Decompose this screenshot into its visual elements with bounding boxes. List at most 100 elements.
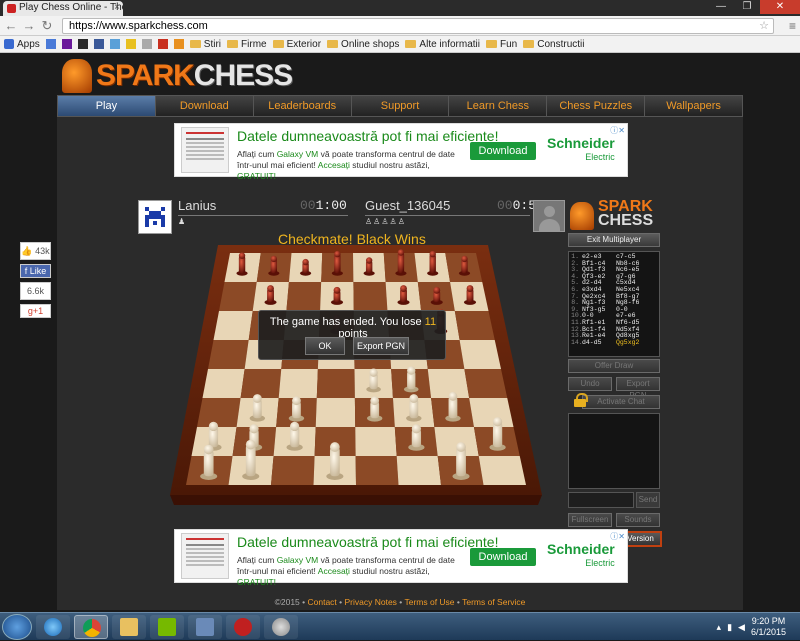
browser-tab[interactable]: Play Chess Online - The P × — [3, 1, 123, 16]
board-square[interactable] — [208, 340, 249, 369]
sounds-button[interactable]: Sounds — [616, 513, 660, 527]
activate-chat-button[interactable]: Activate Chat — [582, 395, 660, 409]
board-square[interactable] — [315, 398, 356, 427]
yahoo-icon[interactable] — [61, 39, 72, 49]
file-explorer-icon[interactable] — [112, 615, 146, 639]
address-bar[interactable]: 🔒https://www.sparkchess.com ☆ — [62, 18, 774, 241]
ad-download-button[interactable]: Download — [470, 142, 536, 160]
board-square[interactable] — [427, 369, 470, 398]
bookmark-favicon-icon[interactable] — [173, 39, 184, 49]
board-square[interactable] — [355, 456, 399, 485]
ad-info-icon[interactable]: ⓘ✕ — [610, 125, 625, 136]
bookmark-folder[interactable]: Exterior — [272, 39, 321, 50]
white-move: d4-d5 — [582, 338, 602, 346]
bookmark-folder[interactable]: Online shops — [327, 39, 399, 50]
folder-icon — [227, 40, 239, 48]
google-plus-button[interactable]: g+1 — [20, 304, 51, 318]
ad-download-button[interactable]: Download — [470, 548, 536, 566]
system-clock[interactable]: 9:20 PM 6/1/2015 — [751, 616, 786, 638]
board-square[interactable] — [278, 369, 318, 398]
bookmark-folder[interactable]: Constructii — [523, 39, 584, 50]
offer-draw-button[interactable]: Offer Draw — [568, 359, 660, 373]
fullscreen-button[interactable]: Fullscreen — [568, 513, 612, 527]
board-square[interactable] — [396, 456, 441, 485]
board-square[interactable] — [213, 311, 253, 340]
minimize-button[interactable]: — — [708, 0, 734, 14]
bookmark-star-icon[interactable]: ☆ — [759, 19, 769, 33]
board-square[interactable] — [219, 282, 257, 311]
network-icon[interactable]: ▮ — [727, 622, 732, 633]
google-icon[interactable] — [45, 39, 56, 49]
imdb-icon[interactable] — [125, 39, 136, 49]
bottom-advertisement[interactable]: Datele dumneavoastră pot fi mai eficient… — [174, 529, 628, 587]
board-square[interactable] — [197, 398, 241, 427]
start-button[interactable] — [2, 614, 32, 640]
back-arrow-icon[interactable]: ← — [4, 18, 18, 33]
nav-leaderboards[interactable]: Leaderboards — [254, 96, 352, 116]
close-tab-icon[interactable]: × — [114, 2, 120, 13]
bookmark-favicon-icon[interactable] — [157, 39, 168, 49]
exit-multiplayer-button[interactable]: Exit Multiplayer — [568, 233, 660, 247]
internet-explorer-icon[interactable] — [36, 615, 70, 639]
ok-button[interactable]: OK — [305, 337, 345, 355]
export-pgn-button[interactable]: Export PGN — [616, 377, 660, 400]
move-list[interactable]: 1. e2-e3 c7-c5 2. Bf1-c4 Nb8-c6 3. Qd1-f3 Nc6-e5… — [568, 251, 660, 357]
bookmark-folder[interactable]: Firme — [227, 39, 267, 50]
send-button[interactable]: Send — [636, 492, 660, 508]
ad-info-icon[interactable]: ⓘ✕ — [610, 531, 625, 542]
nav-download[interactable]: Download — [156, 96, 254, 116]
nav-wallpapers[interactable]: Wallpapers — [645, 96, 742, 116]
bookmark-favicon-icon[interactable] — [141, 39, 152, 49]
logo-text-chess: CHESS — [193, 59, 293, 92]
app-globe-icon[interactable] — [264, 615, 298, 639]
bookmark-folder[interactable]: Stiri — [189, 39, 221, 50]
nav-play[interactable]: Play — [58, 96, 156, 116]
privacy-link[interactable]: Privacy Notes — [344, 597, 396, 607]
nav-chess-puzzles[interactable]: Chess Puzzles — [547, 96, 646, 116]
volume-icon[interactable]: ◀ — [738, 622, 745, 633]
app-red-icon[interactable] — [226, 615, 260, 639]
nav-learn-chess[interactable]: Learn Chess — [449, 96, 548, 116]
top-advertisement[interactable]: Datele dumneavoastră pot fi mai eficient… — [174, 123, 628, 181]
app-m-icon[interactable] — [188, 615, 222, 639]
bookmark-favicon-icon[interactable] — [77, 39, 88, 49]
forward-arrow-icon[interactable]: → — [22, 18, 36, 33]
board-square[interactable] — [240, 369, 282, 398]
export-pgn-dialog-button[interactable]: Export PGN — [353, 337, 409, 355]
board-square[interactable] — [286, 282, 322, 311]
close-window-button[interactable]: ✕ — [760, 0, 800, 14]
bookmark-folder[interactable]: Alte informatii — [405, 39, 480, 50]
board-square[interactable] — [355, 427, 397, 456]
board-square[interactable] — [454, 311, 495, 340]
board-square[interactable] — [464, 369, 508, 398]
terms-of-service-link[interactable]: Terms of Service — [462, 597, 525, 607]
ad-thumbnail — [181, 127, 229, 173]
sparkchess-logo[interactable]: SPARK CHESS — [62, 57, 293, 95]
player1-avatar — [138, 200, 172, 234]
maximize-button[interactable]: ❐ — [734, 0, 760, 14]
bookmark-apps[interactable]: Apps — [4, 39, 40, 50]
tray-expand-icon[interactable]: ▴ — [717, 622, 722, 633]
nvidia-icon[interactable] — [150, 615, 184, 639]
board-square[interactable] — [353, 282, 388, 311]
facebook-icon[interactable] — [93, 39, 104, 49]
terms-of-use-link[interactable]: Terms of Use — [404, 597, 454, 607]
board-square[interactable] — [316, 369, 355, 398]
reload-icon[interactable]: ↻ — [40, 18, 54, 33]
board-square[interactable] — [202, 369, 245, 398]
browser-toolbar: ← → ↻ 🔒https://www.sparkchess.com ☆ ≡ — [0, 16, 800, 241]
board-square[interactable] — [271, 456, 315, 485]
facebook-like-button[interactable]: f Like — [20, 264, 51, 278]
board-square[interactable] — [469, 398, 514, 427]
chess-board[interactable] — [170, 245, 542, 505]
chrome-menu-icon[interactable]: ≡ — [789, 19, 796, 33]
bookmark-folder[interactable]: Fun — [486, 39, 517, 50]
nav-support[interactable]: Support — [352, 96, 450, 116]
board-square[interactable] — [478, 456, 526, 485]
chat-input[interactable] — [568, 492, 634, 508]
board-square[interactable] — [459, 340, 501, 369]
undo-button[interactable]: Undo — [568, 377, 612, 391]
contact-link[interactable]: Contact — [307, 597, 336, 607]
chrome-taskbar-icon[interactable] — [74, 615, 108, 639]
bookmark-favicon-icon[interactable] — [109, 39, 120, 49]
